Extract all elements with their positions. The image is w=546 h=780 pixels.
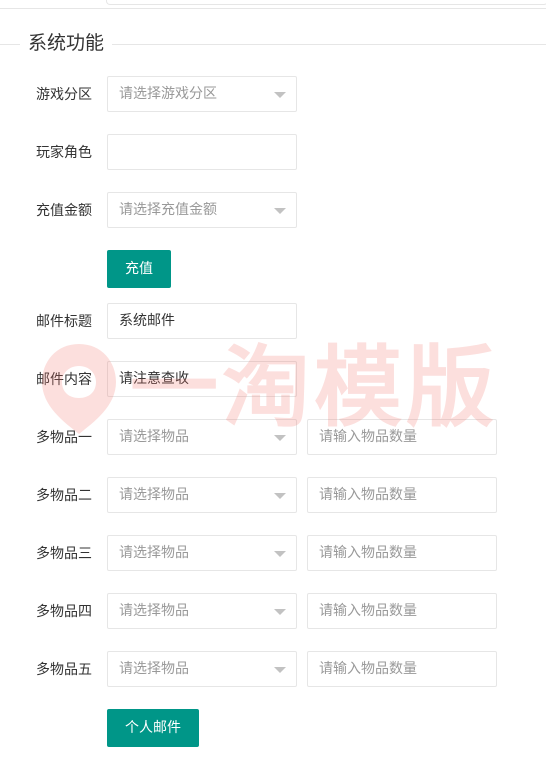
item-select[interactable]: 请选择物品	[107, 593, 297, 629]
mail-content-input[interactable]: 请注意查收	[107, 361, 297, 397]
mail-content-label: 邮件内容	[36, 372, 92, 388]
chevron-down-icon	[274, 609, 286, 615]
item-row-1: 多物品一 请选择物品 请输入物品数量	[0, 419, 546, 457]
item-row-4: 多物品四 请选择物品 请输入物品数量	[0, 593, 546, 631]
item-label: 多物品一	[36, 430, 92, 446]
item-label: 多物品五	[36, 662, 92, 678]
chevron-down-icon	[274, 551, 286, 557]
amount-row: 充值金额 请选择充值金额	[0, 192, 546, 230]
item-label: 多物品四	[36, 604, 92, 620]
zone-row: 游戏分区 请选择游戏分区	[0, 76, 546, 114]
mail-content-row: 邮件内容 请注意查收	[0, 361, 546, 399]
chevron-down-icon	[274, 435, 286, 441]
zone-select-placeholder: 请选择游戏分区	[119, 86, 217, 102]
item-select-placeholder: 请选择物品	[119, 429, 189, 445]
item-row-3: 多物品三 请选择物品 请输入物品数量	[0, 535, 546, 573]
top-bar	[0, 0, 546, 9]
mail-title-input[interactable]: 系统邮件	[107, 303, 297, 339]
role-row: 玩家角色	[0, 134, 546, 172]
chevron-down-icon	[274, 208, 286, 214]
item-select[interactable]: 请选择物品	[107, 477, 297, 513]
item-label: 多物品三	[36, 546, 92, 562]
item-select[interactable]: 请选择物品	[107, 535, 297, 571]
section-title: 系统功能	[20, 30, 113, 56]
item-select-placeholder: 请选择物品	[119, 487, 189, 503]
item-quantity-input[interactable]: 请输入物品数量	[307, 419, 497, 455]
mail-title-row: 邮件标题 系统邮件	[0, 303, 546, 341]
recharge-button[interactable]: 充值	[107, 250, 171, 288]
role-input[interactable]	[107, 134, 297, 170]
top-bar-edge	[106, 0, 546, 5]
amount-label: 充值金额	[36, 203, 92, 219]
amount-select-placeholder: 请选择充值金额	[119, 202, 217, 218]
item-select-placeholder: 请选择物品	[119, 661, 189, 677]
item-quantity-input[interactable]: 请输入物品数量	[307, 651, 497, 687]
role-label: 玩家角色	[36, 145, 92, 161]
item-quantity-input[interactable]: 请输入物品数量	[307, 535, 497, 571]
chevron-down-icon	[274, 493, 286, 499]
personal-mail-button[interactable]: 个人邮件	[107, 709, 199, 747]
item-select-placeholder: 请选择物品	[119, 603, 189, 619]
mail-title-label: 邮件标题	[36, 314, 92, 330]
item-row-5: 多物品五 请选择物品 请输入物品数量	[0, 651, 546, 689]
item-select[interactable]: 请选择物品	[107, 419, 297, 455]
item-label: 多物品二	[36, 488, 92, 504]
zone-label: 游戏分区	[36, 87, 92, 103]
chevron-down-icon	[274, 667, 286, 673]
zone-select[interactable]: 请选择游戏分区	[107, 76, 297, 112]
amount-select[interactable]: 请选择充值金额	[107, 192, 297, 228]
chevron-down-icon	[274, 92, 286, 98]
item-row-2: 多物品二 请选择物品 请输入物品数量	[0, 477, 546, 515]
item-select-placeholder: 请选择物品	[119, 545, 189, 561]
item-select[interactable]: 请选择物品	[107, 651, 297, 687]
item-quantity-input[interactable]: 请输入物品数量	[307, 593, 497, 629]
item-quantity-input[interactable]: 请输入物品数量	[307, 477, 497, 513]
